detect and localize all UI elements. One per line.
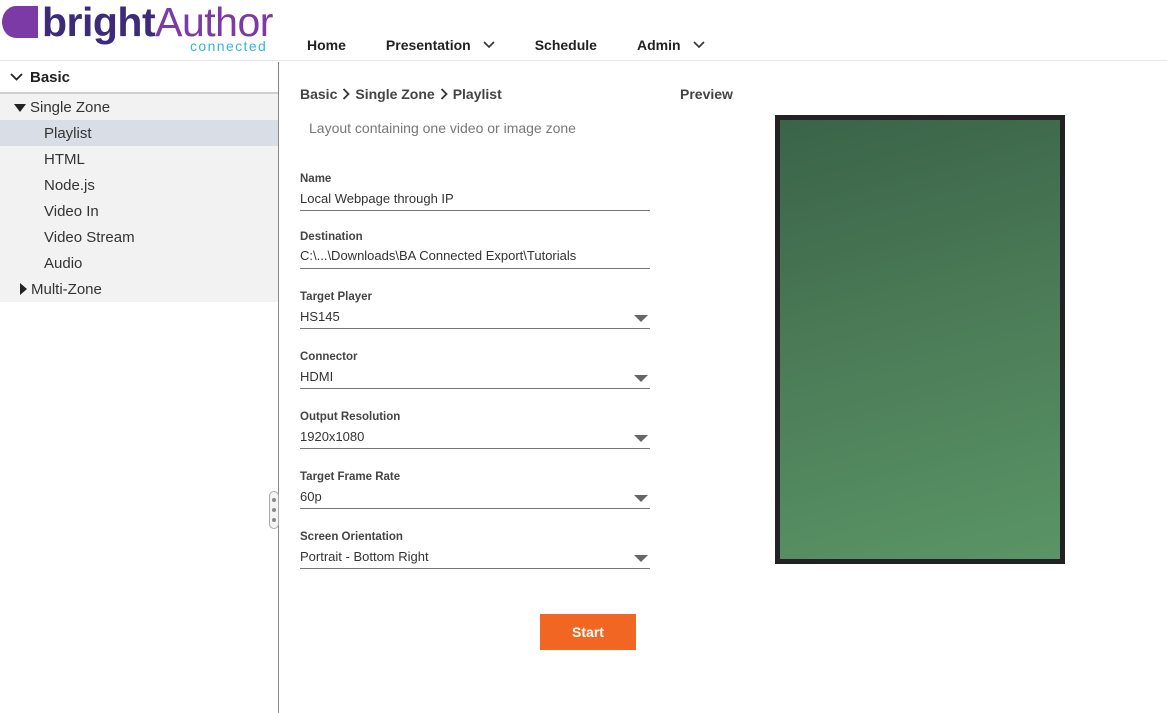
destination-field: Destination C:\...\Downloads\BA Connecte…: [300, 229, 650, 269]
sidebar-item-video-stream[interactable]: Video Stream: [0, 224, 278, 250]
name-input[interactable]: Local Webpage through IP: [300, 187, 650, 211]
dropdown-caret-icon: [634, 555, 648, 562]
sidebar-group-single-zone[interactable]: Single Zone: [0, 94, 278, 120]
sidebar-item-label: Video Stream: [44, 228, 135, 246]
nav-presentation[interactable]: Presentation: [386, 37, 495, 53]
select-value: HDMI: [300, 369, 334, 384]
sidebar-group-label: Multi-Zone: [31, 280, 102, 298]
sidebar-group-multi-zone[interactable]: Multi-Zone: [0, 276, 278, 302]
chevron-right-icon: [440, 88, 448, 100]
sidebar-item-html[interactable]: HTML: [0, 146, 278, 172]
connector-field: Connector HDMI: [300, 349, 650, 389]
target-player-field: Target Player HS145: [300, 289, 650, 329]
nav-home-label: Home: [307, 37, 346, 53]
field-label: Screen Orientation: [300, 531, 403, 543]
nav-schedule-label: Schedule: [534, 37, 597, 53]
breadcrumb-item-current: Playlist: [452, 86, 502, 102]
logo-word-bright: bright: [42, 0, 156, 45]
collapsed-triangle-icon: [20, 283, 27, 295]
select-value: 60p: [300, 489, 322, 504]
brightauthor-logo[interactable]: brightAuthor connected: [2, 0, 287, 54]
chevron-down-icon: [483, 41, 495, 49]
nav-home[interactable]: Home: [307, 37, 346, 53]
chevron-down-icon: [10, 73, 23, 81]
sidebar-item-video-in[interactable]: Video In: [0, 198, 278, 224]
nav-admin-label: Admin: [636, 37, 681, 53]
sidebar-item-label: Node.js: [44, 176, 95, 194]
target-frame-rate-field: Target Frame Rate 60p: [300, 469, 650, 509]
field-label: Target Frame Rate: [300, 471, 401, 483]
dropdown-caret-icon: [634, 435, 648, 442]
select-value: HS145: [300, 309, 340, 324]
sidebar-item-label: Video In: [44, 202, 99, 220]
target-frame-rate-select[interactable]: 60p: [300, 485, 650, 509]
field-label: Output Resolution: [300, 411, 401, 423]
main-nav: Home Presentation Schedule Admin: [298, 34, 745, 56]
sidebar-tree: Single Zone Playlist HTML Node.js Video …: [0, 94, 278, 302]
preview-label: Preview: [680, 86, 733, 102]
sidebar-item-playlist[interactable]: Playlist: [0, 120, 278, 146]
field-label: Connector: [300, 351, 358, 363]
output-resolution-select[interactable]: 1920x1080: [300, 425, 650, 449]
connector-select[interactable]: HDMI: [300, 365, 650, 389]
sidebar-item-nodejs[interactable]: Node.js: [0, 172, 278, 198]
screen-orientation-field: Screen Orientation Portrait - Bottom Rig…: [300, 529, 650, 569]
select-value: Portrait - Bottom Right: [300, 549, 429, 564]
breadcrumb: Basic Single Zone Playlist: [300, 86, 502, 102]
dropdown-caret-icon: [634, 495, 648, 502]
target-player-select[interactable]: HS145: [300, 305, 650, 329]
sidebar-section-basic[interactable]: Basic: [0, 62, 278, 94]
dropdown-caret-icon: [634, 375, 648, 382]
screen-orientation-select[interactable]: Portrait - Bottom Right: [300, 545, 650, 569]
layout-preview: [775, 115, 1065, 564]
nav-presentation-label: Presentation: [385, 37, 471, 53]
breadcrumb-item[interactable]: Basic: [300, 86, 337, 102]
expanded-triangle-icon: [14, 104, 26, 112]
template-sidebar: Basic Single Zone Playlist HTML Node.js …: [0, 62, 279, 713]
field-label: Destination: [300, 231, 363, 243]
layout-description: Layout containing one video or image zon…: [309, 120, 576, 136]
sidebar-item-label: Playlist: [44, 124, 92, 142]
sidebar-group-label: Single Zone: [30, 98, 111, 116]
chevron-down-icon: [692, 41, 705, 49]
chevron-right-icon: [343, 88, 351, 100]
dropdown-caret-icon: [634, 315, 648, 322]
logo-subtitle: connected: [190, 38, 268, 54]
app-header: brightAuthor connected Home Presentation…: [0, 0, 1167, 61]
field-label: Name: [300, 173, 332, 185]
name-field: Name Local Webpage through IP: [300, 171, 650, 211]
sidebar-section-basic-label: Basic: [30, 68, 71, 86]
nav-schedule[interactable]: Schedule: [535, 37, 597, 53]
sidebar-item-audio[interactable]: Audio: [0, 250, 278, 276]
sidebar-item-label: Audio: [44, 254, 83, 272]
breadcrumb-item[interactable]: Single Zone: [355, 86, 434, 102]
select-value: 1920x1080: [300, 429, 365, 444]
sidebar-item-label: HTML: [44, 150, 85, 168]
destination-input[interactable]: C:\...\Downloads\BA Connected Export\Tut…: [300, 245, 650, 269]
field-label: Target Player: [300, 291, 373, 303]
logo-mark-icon: [2, 6, 38, 38]
output-resolution-field: Output Resolution 1920x1080: [300, 409, 650, 449]
nav-admin[interactable]: Admin: [637, 37, 705, 53]
start-button[interactable]: Start: [540, 614, 636, 650]
sidebar-resize-handle[interactable]: [269, 491, 279, 529]
